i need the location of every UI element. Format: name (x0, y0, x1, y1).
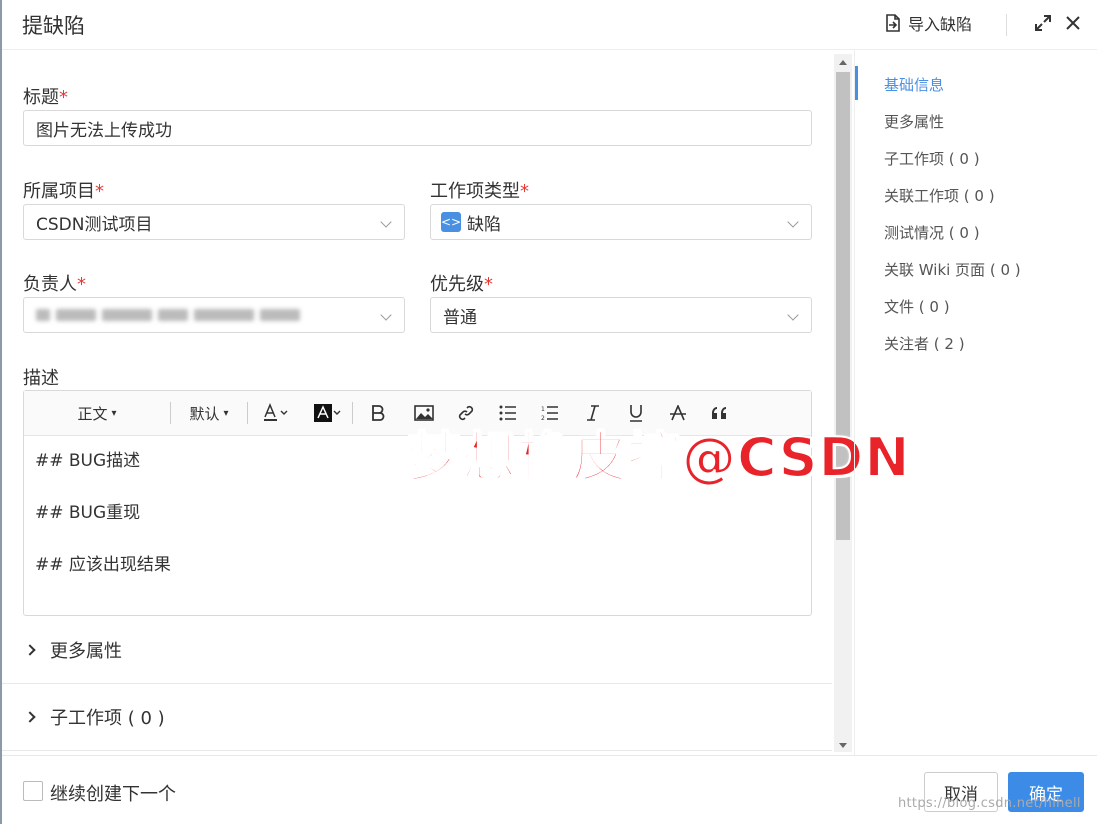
bold-button[interactable] (353, 391, 403, 436)
chevron-right-icon (24, 644, 36, 656)
continue-create-checkbox[interactable] (23, 781, 43, 801)
import-file-icon (886, 14, 900, 32)
nav-item-test-status[interactable]: 测试情况 ( 0 ) (884, 222, 980, 243)
type-select-value: 缺陷 (467, 214, 501, 235)
active-indicator (855, 66, 858, 100)
title-label: 标题* (23, 83, 68, 109)
required-mark: * (59, 87, 68, 108)
font-label: 默认 (189, 404, 220, 423)
create-defect-dialog: 提缺陷 导入缺陷 标题* 图片无法上传成功 所属项目* CSDN测试项目 工作项… (2, 0, 1097, 824)
watermark-overlay: 梦想橡皮擦@CSDN (406, 425, 911, 490)
nav-item-basic-info[interactable]: 基础信息 (884, 74, 944, 95)
title-input[interactable]: 图片无法上传成功 (23, 110, 812, 146)
close-icon (1066, 16, 1080, 30)
dialog-title: 提缺陷 (22, 14, 85, 38)
project-label-text: 所属项目 (23, 181, 95, 202)
caret-down-icon: ▾ (111, 407, 117, 419)
chevron-right-icon (24, 711, 36, 723)
expand-icon (1035, 15, 1051, 31)
site-watermark: https://blog.csdn.net/hihell (898, 796, 1081, 811)
form-scrollbar[interactable] (834, 54, 852, 752)
more-attributes-label: 更多属性 (50, 641, 122, 662)
header-divider (1006, 14, 1007, 36)
editor-line: ## BUG重现 (35, 503, 141, 523)
project-label: 所属项目* (23, 177, 104, 203)
form-body: 标题* 图片无法上传成功 所属项目* CSDN测试项目 工作项类型* <> 缺陷… (2, 50, 852, 755)
sub-items-section[interactable]: 子工作项 ( 0 ) (2, 684, 832, 751)
sub-items-label: 子工作项 ( 0 ) (50, 708, 165, 729)
nav-item-followers[interactable]: 关注者 ( 2 ) (884, 333, 965, 354)
background-color-button[interactable] (302, 391, 352, 436)
priority-label: 优先级* (430, 270, 493, 296)
import-defect-button[interactable]: 导入缺陷 (884, 11, 972, 35)
import-defect-label: 导入缺陷 (908, 15, 973, 34)
type-label-text: 工作项类型 (430, 181, 520, 202)
font-color-icon (264, 403, 288, 421)
priority-label-text: 优先级 (430, 274, 484, 295)
font-dropdown[interactable]: 默认 ▾ (171, 391, 247, 436)
paragraph-style-label: 正文 (77, 404, 108, 423)
project-select[interactable]: CSDN测试项目 (23, 204, 405, 240)
project-select-value: CSDN测试项目 (36, 214, 153, 235)
scroll-up-arrow-icon[interactable] (839, 60, 847, 65)
editor-line: ## 应该出现结果 (35, 555, 171, 575)
right-navigation: 基础信息 更多属性 子工作项 ( 0 ) 关联工作项 ( 0 ) 测试情况 ( … (854, 50, 1097, 755)
more-attributes-section[interactable]: 更多属性 (2, 617, 832, 684)
required-mark: * (520, 181, 529, 202)
dialog-footer: 继续创建下一个 取消 确定 (2, 755, 1097, 824)
title-label-text: 标题 (23, 87, 59, 108)
font-color-button[interactable] (248, 391, 302, 436)
type-label: 工作项类型* (430, 177, 529, 203)
required-mark: * (95, 181, 104, 202)
title-input-value: 图片无法上传成功 (36, 120, 172, 141)
required-mark: * (484, 274, 493, 295)
paragraph-style-dropdown[interactable]: 正文 ▾ (24, 391, 170, 436)
assignee-label: 负责人* (23, 270, 86, 296)
scroll-down-arrow-icon[interactable] (839, 743, 847, 748)
chevron-down-icon (380, 216, 392, 228)
close-button[interactable] (1062, 12, 1084, 34)
continue-create-label: 继续创建下一个 (50, 784, 176, 805)
nav-item-wiki-pages[interactable]: 关联 Wiki 页面 ( 0 ) (884, 259, 1021, 280)
assignee-label-text: 负责人 (23, 274, 77, 295)
expand-button[interactable] (1032, 12, 1054, 34)
dialog-header: 提缺陷 导入缺陷 (2, 0, 1097, 50)
code-bracket-icon: <> (441, 212, 461, 232)
bold-icon (372, 405, 385, 421)
type-select[interactable]: <> 缺陷 (430, 204, 812, 240)
nav-item-linked-items[interactable]: 关联工作项 ( 0 ) (884, 185, 995, 206)
nav-item-sub-items[interactable]: 子工作项 ( 0 ) (884, 148, 980, 169)
svg-text:1: 1 (541, 406, 545, 413)
priority-select[interactable]: 普通 (430, 297, 812, 333)
chevron-down-icon (787, 216, 799, 228)
caret-down-icon: ▾ (223, 407, 229, 419)
chevron-down-icon (380, 309, 392, 321)
background-color-icon (314, 404, 341, 422)
required-mark: * (77, 274, 86, 295)
nav-item-more-attributes[interactable]: 更多属性 (884, 111, 944, 132)
blurred-assignee-names (36, 309, 300, 321)
chevron-down-icon (787, 309, 799, 321)
assignee-select[interactable] (23, 297, 405, 333)
priority-select-value: 普通 (443, 307, 477, 328)
description-label: 描述 (23, 368, 59, 389)
nav-item-files[interactable]: 文件 ( 0 ) (884, 296, 950, 317)
